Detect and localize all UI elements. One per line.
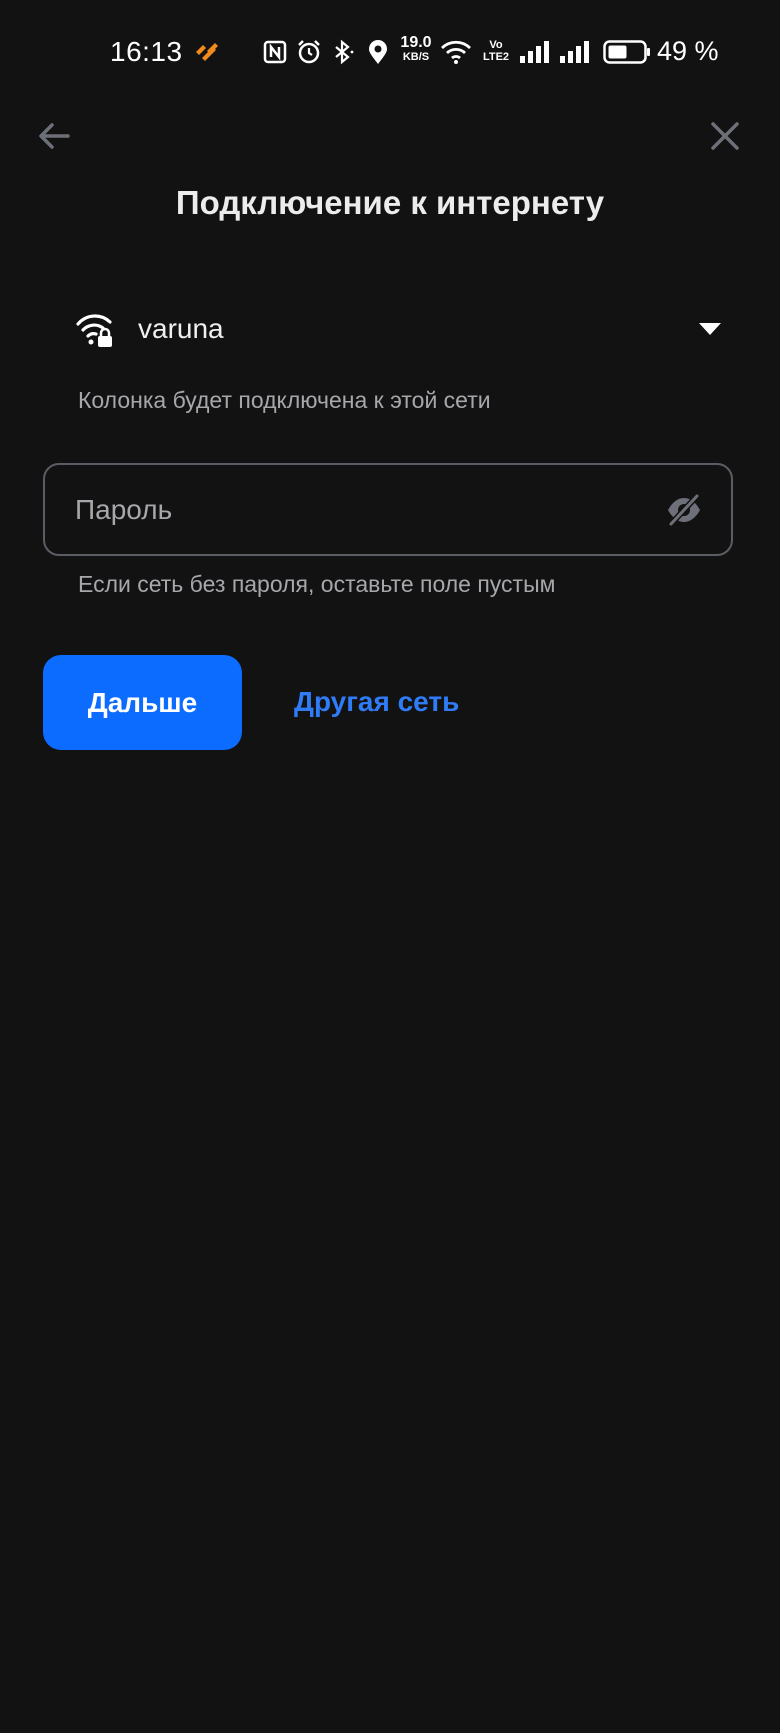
status-bar: 16:13 19.0 KB/S Vo LTE2 49 % [0,0,780,104]
caret-down-icon [699,323,721,335]
bluetooth-icon [330,36,356,68]
network-hint: Колонка будет подключена к этой сети [78,387,491,413]
page-title: Подключение к интернету [175,184,605,221]
network-ssid: varuna [138,313,224,344]
wifi-lock-icon [76,314,112,347]
volte-indicator: Vo LTE2 [482,39,510,63]
location-icon [366,36,390,68]
back-button[interactable] [34,116,74,156]
close-icon [711,122,739,150]
status-time: 16:13 [110,36,183,67]
arrow-left-icon [39,123,70,149]
password-field [43,463,733,556]
battery-icon [603,36,651,68]
password-input[interactable] [75,465,635,554]
network-select[interactable]: varuna [76,300,726,360]
alarm-icon [296,36,322,68]
close-button[interactable] [705,116,745,156]
wifi-icon [440,36,472,68]
nfc-icon [262,36,288,68]
password-hint: Если сеть без пароля, оставьте поле пуст… [78,571,556,597]
other-network-link[interactable]: Другая сеть [294,686,459,718]
eye-off-icon [668,493,700,527]
battery-percent: 49 % [657,36,719,66]
signal-icon [558,36,590,68]
app-notification-icon [192,36,222,68]
screen: 16:13 19.0 KB/S Vo LTE2 49 % Подключение… [0,0,780,1733]
network-speed: 19.0 KB/S [400,34,432,64]
signal-icon [518,36,550,68]
password-visibility-toggle[interactable] [665,491,703,529]
next-button[interactable]: Дальше [43,655,242,750]
